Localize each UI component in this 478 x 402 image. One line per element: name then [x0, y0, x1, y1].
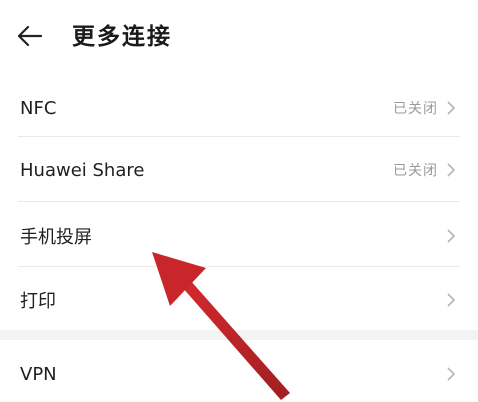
annotation-arrow-icon	[152, 252, 290, 400]
